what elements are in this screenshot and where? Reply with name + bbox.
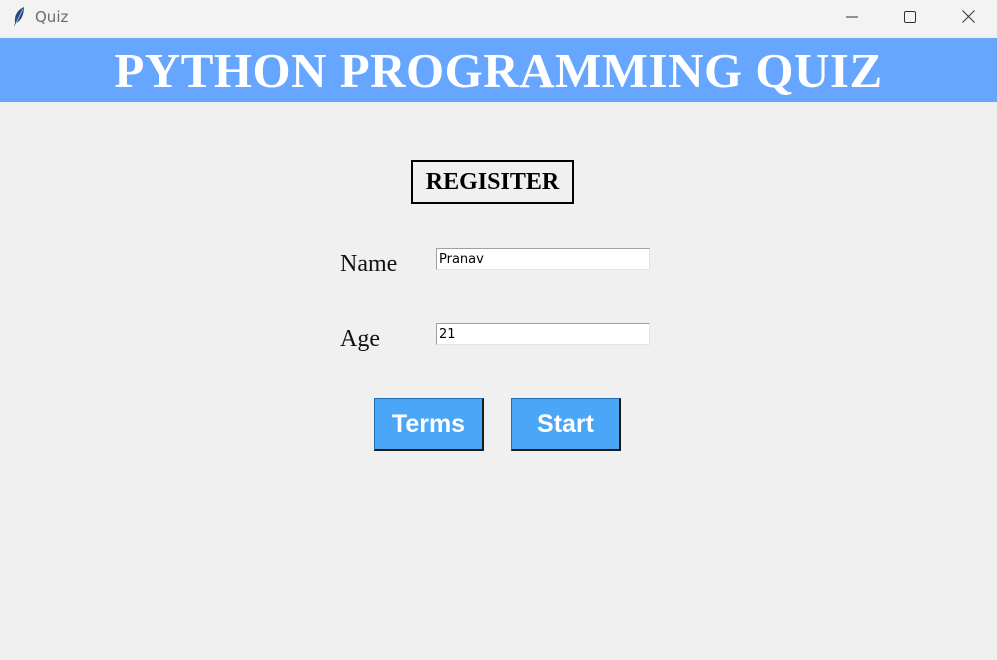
banner: PYTHON PROGRAMMING QUIZ	[0, 38, 997, 102]
close-button[interactable]	[939, 0, 997, 34]
terms-button[interactable]: Terms	[374, 398, 484, 451]
register-heading: REGISITER	[425, 168, 560, 195]
age-label: Age	[340, 326, 380, 352]
maximize-button[interactable]	[881, 0, 939, 34]
start-button[interactable]: Start	[511, 398, 621, 451]
title-bar: Quiz	[0, 0, 997, 34]
register-heading-box: REGISITER	[411, 160, 574, 204]
name-input[interactable]	[436, 248, 650, 270]
close-icon	[961, 8, 975, 27]
name-label: Name	[340, 251, 398, 277]
minimize-button[interactable]	[823, 0, 881, 34]
feather-icon	[11, 6, 27, 28]
minimize-icon	[846, 8, 858, 27]
banner-title: PYTHON PROGRAMMING QUIZ	[114, 42, 883, 98]
window-title: Quiz	[35, 8, 69, 26]
age-input[interactable]	[436, 323, 650, 345]
maximize-icon	[904, 8, 916, 27]
